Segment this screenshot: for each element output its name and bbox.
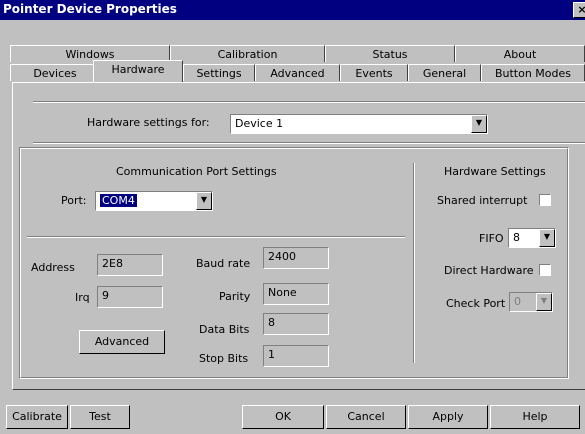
baud-label: Baud rate — [196, 257, 251, 270]
divider — [33, 101, 585, 103]
parity-field: None — [263, 283, 329, 305]
stopbits-field: 1 — [263, 345, 329, 367]
check-port-select: 0 ▼ — [509, 292, 553, 312]
tab-devices[interactable]: Devices — [10, 64, 100, 81]
comm-title: Communication Port Settings — [116, 165, 277, 178]
chevron-down-icon[interactable]: ▼ — [196, 192, 212, 210]
address-field: 2E8 — [97, 254, 163, 276]
divider — [33, 142, 585, 144]
baud-field: 2400 — [263, 247, 329, 269]
tab-panel: Hardware settings for: Device 1 ▼ Commun… — [12, 82, 585, 390]
fifo-select-value: 8 — [513, 231, 520, 244]
port-select[interactable]: COM4 ▼ — [95, 191, 213, 211]
ok-button[interactable]: OK — [242, 405, 324, 429]
test-button[interactable]: Test — [70, 405, 130, 429]
address-label: Address — [31, 261, 75, 274]
tab-hardware[interactable]: Hardware — [93, 60, 183, 82]
calibrate-button[interactable]: Calibrate — [6, 405, 68, 429]
title-bar: Pointer Device Properties × — [0, 0, 585, 20]
fifo-select[interactable]: 8 ▼ — [508, 228, 556, 248]
device-select[interactable]: Device 1 ▼ — [230, 114, 488, 134]
chevron-down-icon[interactable]: ▼ — [539, 229, 555, 247]
chevron-down-icon[interactable]: ▼ — [471, 115, 487, 133]
vertical-divider — [413, 163, 415, 363]
port-label: Port: — [61, 194, 87, 207]
hwsettings-title: Hardware Settings — [444, 165, 546, 178]
direct-hardware-label: Direct Hardware — [444, 264, 534, 277]
tab-status[interactable]: Status — [325, 45, 455, 62]
parity-label: Parity — [219, 290, 251, 303]
shared-interrupt-checkbox[interactable] — [539, 194, 551, 206]
check-port-label: Check Port — [446, 297, 506, 310]
stopbits-label: Stop Bits — [199, 352, 249, 365]
device-select-value: Device 1 — [235, 117, 284, 130]
chevron-down-icon: ▼ — [536, 293, 552, 311]
irq-label: Irq — [75, 291, 90, 304]
apply-button[interactable]: Apply — [408, 405, 488, 429]
tab-button-modes[interactable]: Button Modes — [481, 64, 585, 81]
tab-about[interactable]: About — [455, 45, 585, 62]
tab-general[interactable]: General — [408, 64, 481, 81]
tab-settings[interactable]: Settings — [183, 64, 255, 81]
shared-interrupt-label: Shared interrupt — [437, 194, 528, 207]
databits-field: 8 — [263, 313, 329, 335]
divider — [27, 236, 405, 238]
direct-hardware-checkbox[interactable] — [539, 264, 551, 276]
tab-calibration[interactable]: Calibration — [170, 45, 325, 62]
help-button[interactable]: Help — [490, 405, 580, 429]
port-select-value: COM4 — [100, 194, 137, 207]
advanced-button[interactable]: Advanced — [79, 330, 165, 354]
hardware-for-label: Hardware settings for: — [87, 116, 210, 129]
tab-advanced[interactable]: Advanced — [255, 64, 340, 81]
fifo-label: FIFO — [479, 232, 504, 245]
cancel-button[interactable]: Cancel — [326, 405, 406, 429]
irq-field: 9 — [97, 286, 163, 308]
databits-label: Data Bits — [199, 323, 250, 336]
tab-events[interactable]: Events — [340, 64, 408, 81]
window-title: Pointer Device Properties — [3, 2, 177, 16]
close-icon[interactable]: × — [573, 2, 585, 18]
check-port-value: 0 — [514, 295, 521, 308]
